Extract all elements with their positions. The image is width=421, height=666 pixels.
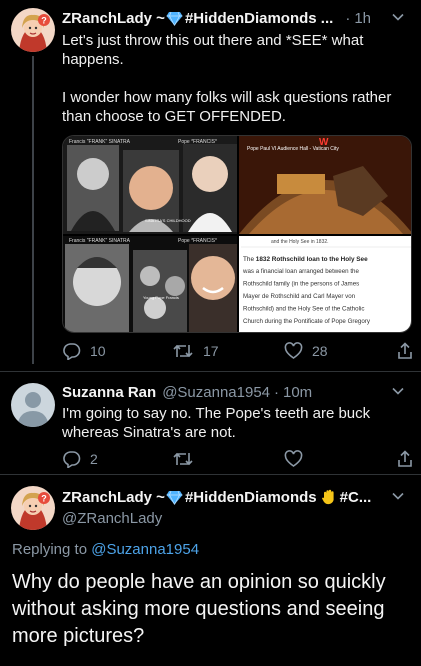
chevron-down-icon[interactable] bbox=[391, 489, 405, 503]
timestamp[interactable]: 10m bbox=[283, 384, 312, 401]
reply-count: 10 bbox=[90, 343, 106, 359]
media-image-top-right: Pope Paul VI Audience Hall - Vatican Cit… bbox=[239, 136, 411, 234]
share-icon bbox=[398, 342, 412, 359]
handle-row: @ZRanchLady bbox=[62, 508, 409, 528]
doc-line: and the Holy See in 1832. bbox=[271, 239, 329, 245]
share-button[interactable] bbox=[397, 342, 413, 360]
handle[interactable]: @ZRanchLady bbox=[62, 510, 162, 527]
doc-heading-prefix: The bbox=[243, 256, 256, 263]
media-image-bottom-left: Francis "FRANK" SINATRA Pope *FRANCIS* Y… bbox=[63, 236, 237, 332]
tweet-text: Let's just throw this out there and *SEE… bbox=[62, 31, 407, 126]
retweet-button[interactable] bbox=[172, 450, 194, 468]
focused-tweet-text: Why do people have an opinion so quickly… bbox=[12, 571, 386, 647]
handle[interactable]: @Suzanna1954 bbox=[162, 384, 270, 401]
tweet-text-line: Let's just throw this out there and *SEE… bbox=[62, 32, 364, 68]
display-name[interactable]: Suzanna Ran bbox=[62, 384, 156, 401]
display-name-tail[interactable]: #C... bbox=[340, 489, 372, 506]
tweet-2[interactable]: Suzanna Ran @Suzanna1954 · 10m I'm going… bbox=[0, 372, 421, 474]
thread-line bbox=[32, 56, 34, 364]
tweet-text-line: I wonder how many folks will ask questio… bbox=[62, 89, 392, 125]
display-name[interactable]: ZRanchLady ~ bbox=[62, 489, 165, 506]
doc-line: Church during the Pontificate of Pope Gr… bbox=[243, 318, 371, 325]
media-image-bottom-right: and the Holy See in 1832. The 1832 Roths… bbox=[239, 236, 411, 332]
retweet-count: 17 bbox=[203, 343, 219, 359]
replying-to: Replying to @Suzanna1954 bbox=[12, 541, 199, 558]
diamond-icon bbox=[166, 490, 183, 505]
media-collage: Francis "FRANK" SINATRA Pope *FRANCIS* S… bbox=[63, 136, 411, 332]
tweet-header: ZRanchLady ~ #HiddenDiamonds ... · 1h bbox=[62, 8, 409, 28]
retweet-button[interactable]: 17 bbox=[172, 342, 219, 360]
doc-line: was a financial loan arranged between th… bbox=[242, 268, 359, 275]
media-caption: SINATRA'S CHILDHOOD bbox=[145, 218, 191, 223]
display-name-rest[interactable]: #HiddenDiamonds bbox=[185, 489, 317, 506]
media-caption: W bbox=[319, 137, 329, 148]
doc-heading: 1832 Rothschild loan to the Holy See bbox=[256, 256, 368, 263]
tweet-text: I'm going to say no. The Pope's teeth ar… bbox=[62, 405, 371, 441]
heart-icon bbox=[284, 342, 303, 359]
tweet-1[interactable]: ? ZRanchLady ~ #HiddenDiamonds ... · 1h … bbox=[0, 0, 421, 366]
media-caption: Young Pope Francis bbox=[143, 295, 179, 300]
reply-count: 2 bbox=[90, 451, 98, 467]
doc-line: Rothschild) and the Holy See of the Cath… bbox=[243, 306, 364, 313]
heart-icon bbox=[284, 450, 303, 467]
tweet-header: Suzanna Ran @Suzanna1954 · 10m bbox=[62, 382, 409, 402]
avatar[interactable] bbox=[11, 383, 55, 427]
doc-line: Mayer de Rothschild and Carl Mayer von bbox=[243, 293, 356, 300]
reply-button[interactable]: 2 bbox=[62, 450, 98, 468]
like-button[interactable]: 28 bbox=[284, 342, 328, 360]
separator-dot: · bbox=[274, 383, 279, 401]
media-caption: Pope *FRANCIS* bbox=[178, 139, 217, 145]
media-caption: Francis "FRANK" SINATRA bbox=[69, 139, 131, 145]
retweet-icon bbox=[173, 344, 193, 358]
tweet-actions: 2 bbox=[62, 450, 413, 470]
media-image-top-left: Francis "FRANK" SINATRA Pope *FRANCIS* S… bbox=[63, 136, 237, 234]
retweet-icon bbox=[173, 452, 193, 466]
diamond-icon bbox=[166, 11, 183, 26]
svg-text:?: ? bbox=[41, 16, 47, 26]
avatar[interactable]: ? bbox=[11, 8, 55, 52]
chevron-down-icon[interactable] bbox=[391, 10, 405, 24]
display-name-rest[interactable]: #HiddenDiamonds ... bbox=[185, 10, 333, 27]
svg-text:?: ? bbox=[41, 494, 47, 504]
share-icon bbox=[398, 450, 412, 467]
display-name[interactable]: ZRanchLady ~ bbox=[62, 10, 165, 27]
media-caption: Francis "FRANK" SINATRA bbox=[69, 238, 131, 244]
share-button[interactable] bbox=[397, 450, 413, 468]
tweet-header: ZRanchLady ~ #HiddenDiamonds #C... bbox=[62, 487, 409, 507]
reply-button[interactable]: 10 bbox=[62, 342, 106, 360]
replying-to-handle[interactable]: @Suzanna1954 bbox=[91, 541, 199, 558]
like-button[interactable] bbox=[284, 450, 303, 468]
timestamp[interactable]: 1h bbox=[354, 10, 371, 27]
like-count: 28 bbox=[312, 343, 328, 359]
avatar[interactable]: ? bbox=[11, 486, 55, 530]
tweet-media-grid[interactable]: Francis "FRANK" SINATRA Pope *FRANCIS* S… bbox=[62, 135, 412, 333]
reply-icon bbox=[63, 451, 81, 468]
media-caption: Pope *FRANCIS* bbox=[178, 238, 217, 244]
chevron-down-icon[interactable] bbox=[391, 384, 405, 398]
svg-text:The 1832 Rothschild loan to th: The 1832 Rothschild loan to the Holy See bbox=[243, 256, 368, 263]
reply-icon bbox=[63, 343, 81, 360]
separator-dot: · bbox=[345, 9, 351, 27]
tweet-actions: 10 17 28 bbox=[62, 342, 413, 362]
doc-line: Rothschild family (in the persons of Jam… bbox=[243, 281, 359, 288]
replying-to-label: Replying to bbox=[12, 541, 92, 558]
raised-hand-icon bbox=[321, 489, 334, 504]
